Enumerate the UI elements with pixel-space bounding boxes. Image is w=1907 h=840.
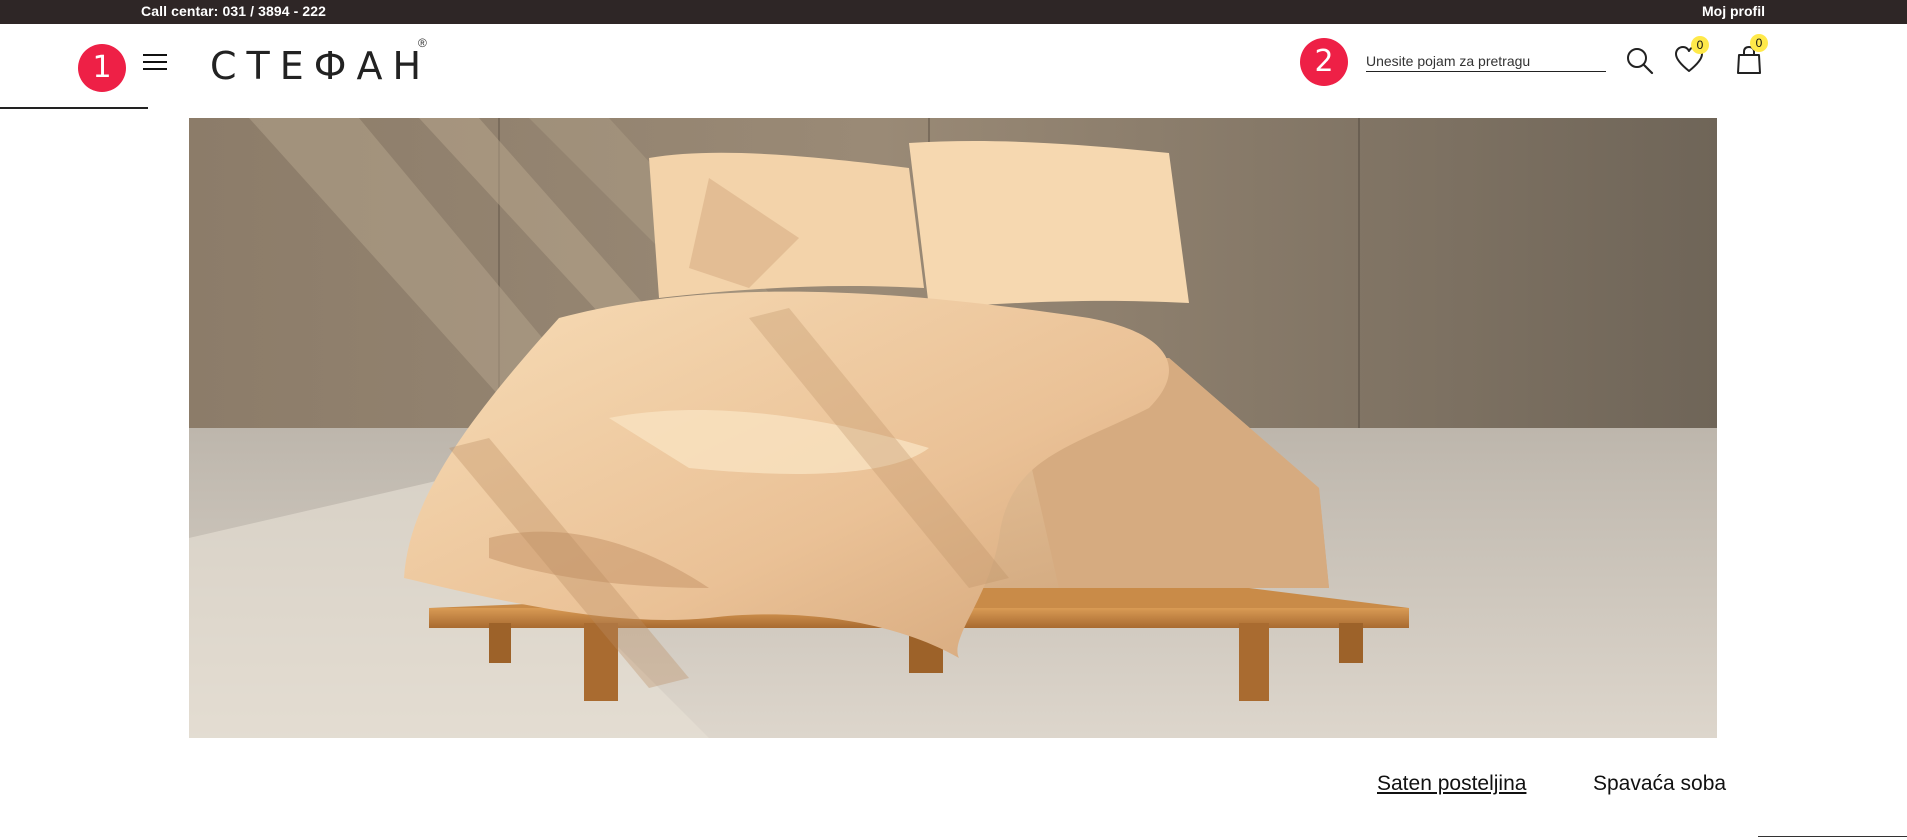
- search-icon: [1627, 48, 1654, 75]
- wishlist-count-badge: 0: [1691, 36, 1709, 54]
- logo[interactable]: СТЕФАН: [210, 42, 431, 90]
- call-center-text: Call centar: 031 / 3894 - 222: [141, 3, 327, 19]
- divider-left: [0, 107, 148, 109]
- satin-bedding-link[interactable]: Saten posteljina: [1377, 772, 1526, 796]
- menu-icon[interactable]: [143, 52, 169, 72]
- bedroom-link[interactable]: Spavaća soba: [1593, 772, 1726, 796]
- cart-button[interactable]: 0: [1733, 34, 1768, 76]
- annotation-marker-2: 2: [1300, 38, 1348, 86]
- search-input[interactable]: [1366, 50, 1606, 72]
- top-bar: Call centar: 031 / 3894 - 222 Moj profil: [0, 0, 1907, 24]
- logo-registered-mark: ®: [418, 36, 427, 50]
- hero-banner[interactable]: [189, 118, 1717, 738]
- search-button[interactable]: [1625, 46, 1655, 76]
- cart-count-badge: 0: [1750, 34, 1768, 52]
- hero-bed-image: [189, 118, 1717, 738]
- divider-right: [1758, 836, 1907, 837]
- annotation-marker-1: 1: [78, 44, 126, 92]
- wishlist-button[interactable]: 0: [1673, 36, 1709, 76]
- my-profile-link[interactable]: Moj profil: [1702, 3, 1765, 19]
